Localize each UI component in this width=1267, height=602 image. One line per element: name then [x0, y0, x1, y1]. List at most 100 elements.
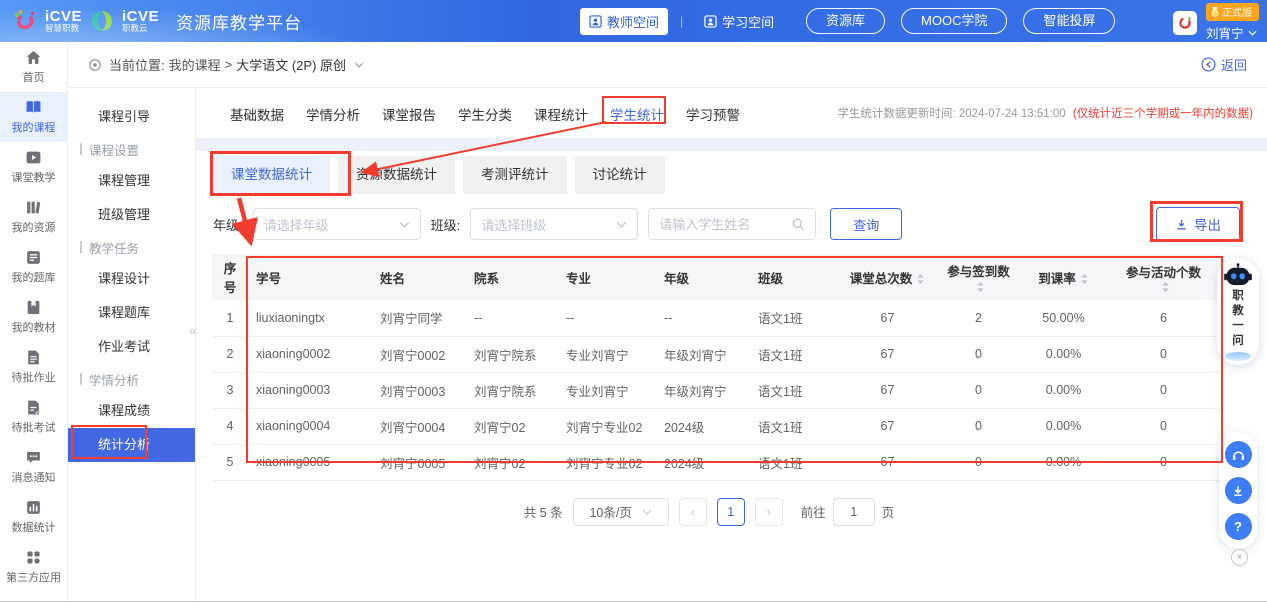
column-header-label: 课堂总次数	[850, 272, 913, 286]
column-header-10[interactable]: 参与活动个数	[1105, 254, 1222, 300]
menu-item-course-guide[interactable]: 课程引导	[68, 100, 195, 134]
student-stats-table: 序号学号姓名院系专业年级班级课堂总次数参与签到数到课率参与活动个数1liuxia…	[212, 254, 1222, 481]
tab-student-classify[interactable]: 学生分类	[458, 104, 512, 124]
tab-course-stats[interactable]: 课程统计	[534, 104, 588, 124]
sidebar-item-label: 待批作业	[12, 369, 56, 385]
grade-label: 年级:	[213, 215, 243, 234]
column-header-9[interactable]: 到课率	[1022, 254, 1105, 300]
breadcrumb-current[interactable]: 大学语文 (2P) 原创	[236, 55, 346, 74]
tab-learning-warning[interactable]: 学习预警	[686, 104, 740, 124]
table-row: 4xiaoning0004刘宵宁0004刘宵宁02刘宵宁专业022024级语文1…	[212, 408, 1222, 444]
sidebar-item-resources[interactable]: 我的资源	[0, 192, 67, 242]
table-cell: 刘宵宁专业02	[558, 408, 656, 444]
prev-page-button[interactable]: ‹	[679, 498, 707, 526]
menu-item-homework-exam[interactable]: 作业考试	[68, 330, 195, 364]
menu-collapse-handle[interactable]: «	[189, 322, 197, 338]
sidebar-item-label: 我的课程	[12, 119, 56, 135]
back-button[interactable]: 返回	[1201, 55, 1247, 74]
breadcrumb-chevron-down-icon[interactable]	[354, 62, 364, 68]
close-toolbar-icon[interactable]: ×	[1231, 549, 1248, 566]
menu-item-course-mgmt[interactable]: 课程管理	[68, 164, 195, 198]
customer-service-button[interactable]	[1225, 441, 1252, 468]
column-header-6: 班级	[750, 254, 840, 300]
subtab-resource-data[interactable]: 资源数据统计	[338, 156, 455, 194]
grade-select[interactable]: 请选择年级	[253, 208, 421, 240]
export-button[interactable]: 导出	[1156, 207, 1240, 241]
column-header-7[interactable]: 课堂总次数	[840, 254, 935, 300]
tab-learning-analysis[interactable]: 学情分析	[306, 104, 360, 124]
table-header-row: 序号学号姓名院系专业年级班级课堂总次数参与签到数到课率参与活动个数	[212, 254, 1222, 300]
table-cell: 年级刘宵宁	[656, 372, 750, 408]
table-cell: 67	[840, 336, 935, 372]
menu-item-class-mgmt[interactable]: 班级管理	[68, 198, 195, 232]
space-button-learning-space[interactable]: 学习空间	[695, 8, 783, 35]
table-cell: 0.00%	[1022, 372, 1105, 408]
menu-item-course-design[interactable]: 课程设计	[68, 262, 195, 296]
subtab-assessment[interactable]: 考测评统计	[463, 156, 567, 194]
section-divider-band	[196, 138, 1267, 151]
download-center-button[interactable]	[1225, 477, 1252, 504]
column-header-3: 院系	[466, 254, 558, 300]
class-label: 班级:	[431, 215, 461, 234]
home-icon	[25, 49, 42, 66]
column-header-5: 年级	[656, 254, 750, 300]
table-cell: --	[656, 300, 750, 336]
table-cell: xiaoning0004	[248, 408, 372, 444]
header-link-mooc-academy[interactable]: MOOC学院	[901, 8, 1007, 34]
page-size-select[interactable]: 10条/页	[573, 498, 669, 526]
breadcrumb-path[interactable]: 我的课程	[169, 55, 221, 74]
menu-item-course-qbank[interactable]: 课程题库	[68, 296, 195, 330]
class-select[interactable]: 请选择班级	[470, 208, 638, 240]
sidebar-item-textbook[interactable]: 我的教材	[0, 292, 67, 342]
table-cell: 刘宵宁专业02	[558, 444, 656, 480]
location-pin-icon	[88, 58, 102, 72]
sidebar-item-apps[interactable]: 第三方应用	[0, 542, 67, 592]
column-header-label: 序号	[224, 262, 237, 295]
sort-icon	[976, 281, 985, 293]
subtab-discussion[interactable]: 讨论统计	[575, 156, 665, 194]
table-row: 1liuxiaoningtx刘宵宁同学------语文1班67250.00%6	[212, 300, 1222, 336]
space-button-teacher-space[interactable]: 教师空间	[580, 8, 668, 35]
tab-basic-data[interactable]: 基础数据	[230, 104, 284, 124]
mini-app-icon[interactable]	[1173, 11, 1197, 35]
table-cell: 67	[840, 444, 935, 480]
header-links: 资源库 MOOC学院智能投屏	[806, 8, 1115, 34]
pagination: 共 5 条 10条/页 ‹ 1 › 前往 页	[196, 498, 1222, 526]
sidebar-item-classroom[interactable]: 课堂教学	[0, 142, 67, 192]
page-number-1[interactable]: 1	[717, 498, 745, 526]
help-button[interactable]: ?	[1225, 513, 1252, 540]
table-cell: 2024级	[656, 444, 750, 480]
menu-item-course-grades[interactable]: 课程成绩	[68, 394, 195, 428]
icon-sidebar: 首页我的课程课堂教学我的资源我的题库我的教材待批作业待批考试消息通知数据统计第三…	[0, 42, 68, 601]
query-button[interactable]: 查询	[830, 208, 902, 240]
search-icon[interactable]	[791, 217, 805, 231]
table-cell: 刘宵宁02	[466, 444, 558, 480]
assistant-wave-decoration	[1225, 352, 1251, 361]
tab-class-report[interactable]: 课堂报告	[382, 104, 436, 124]
sidebar-item-homework[interactable]: 待批作业	[0, 342, 67, 392]
sidebar-item-message[interactable]: 消息通知	[0, 442, 67, 492]
username-menu[interactable]: 刘宵宁	[1206, 23, 1257, 42]
subtab-classroom-data[interactable]: 课堂数据统计	[213, 156, 330, 194]
sidebar-item-label: 课堂教学	[12, 169, 56, 185]
header-link-smart-casting[interactable]: 智能投屏	[1023, 8, 1115, 34]
version-badge: 正式版	[1206, 3, 1259, 21]
column-header-8[interactable]: 参与签到数	[935, 254, 1022, 300]
menu-item-stat-analysis[interactable]: 统计分析	[68, 428, 195, 462]
next-page-button[interactable]: ›	[755, 498, 783, 526]
sidebar-item-statistics[interactable]: 数据统计	[0, 492, 67, 542]
header-link-resource-library[interactable]: 资源库	[806, 8, 885, 34]
tab-student-stats[interactable]: 学生统计	[610, 104, 664, 124]
sidebar-item-courses[interactable]: 我的课程	[0, 92, 67, 142]
ai-assistant-widget[interactable]: 职教一问	[1217, 258, 1259, 365]
goto-page-input[interactable]	[833, 498, 875, 526]
brand-1-sub: 智慧职教	[45, 24, 82, 33]
sidebar-item-exam[interactable]: 待批考试	[0, 392, 67, 442]
table-cell: 语文1班	[750, 372, 840, 408]
headset-icon	[1231, 448, 1246, 462]
sidebar-item-home[interactable]: 首页	[0, 42, 67, 92]
student-name-input[interactable]	[659, 217, 779, 232]
course-menu: 课程引导课程设置课程管理班级管理教学任务课程设计课程题库作业考试学情分析课程成绩…	[68, 88, 196, 601]
sidebar-item-label: 我的教材	[12, 319, 56, 335]
sidebar-item-question-bank[interactable]: 我的题库	[0, 242, 67, 292]
